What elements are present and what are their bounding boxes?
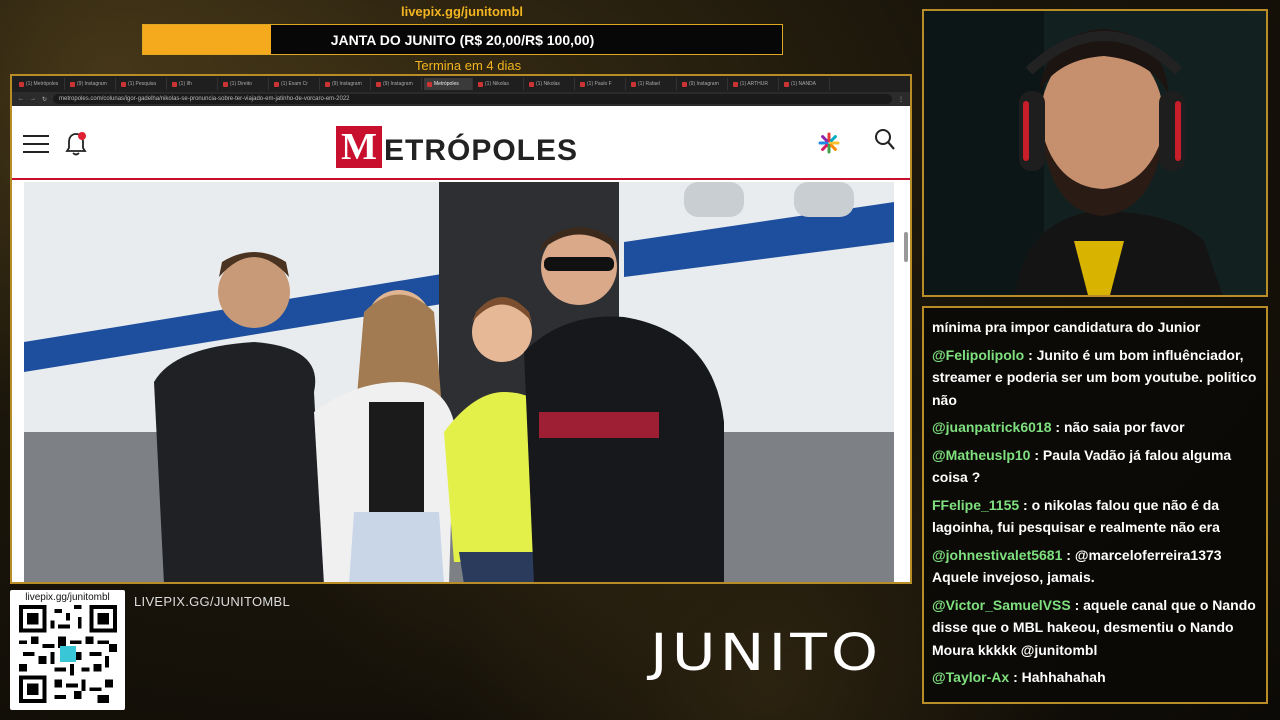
search-icon[interactable] bbox=[874, 128, 896, 152]
chat-message: @juanpatrick6018 : não saia por favor bbox=[932, 416, 1260, 439]
back-icon[interactable]: ← bbox=[18, 96, 24, 102]
browser-tab[interactable]: (9) Instagram bbox=[67, 78, 116, 90]
tab-favicon-icon bbox=[784, 81, 789, 87]
tab-favicon-icon bbox=[274, 81, 279, 87]
chat-username[interactable]: @Felipolipolo bbox=[932, 347, 1024, 363]
qr-code-card: livepix.gg/junitombl bbox=[10, 590, 125, 710]
browser-tab[interactable]: (1) Exam Cr bbox=[271, 78, 320, 90]
chat-message: mínima pra impor candidatura do Junior bbox=[932, 316, 1260, 339]
chat-username[interactable]: @Taylor-Ax bbox=[932, 669, 1009, 685]
livepix-link: LIVEPIX.GG/JUNITOMBL bbox=[134, 594, 291, 609]
chat-message: @johnestivalet5681 : @marceloferreira137… bbox=[932, 544, 1260, 589]
browser-tab[interactable]: (1) Nikolas bbox=[475, 78, 524, 90]
chat-username[interactable]: @Matheuslp10 bbox=[932, 447, 1030, 463]
browser-tab[interactable]: (9) Instagram bbox=[322, 78, 371, 90]
browser-tab[interactable]: (1) Metrópoles bbox=[16, 78, 65, 90]
goal-url: livepix.gg/junitombl bbox=[400, 4, 524, 19]
tab-favicon-icon bbox=[325, 81, 330, 87]
browser-tab-label: (9) Instagram bbox=[332, 81, 362, 87]
chat-message: @Taylor-Ax : Hahhahahah bbox=[932, 666, 1260, 689]
tab-favicon-icon bbox=[19, 81, 24, 87]
browser-tab-label: (1) Paulo F bbox=[587, 81, 612, 87]
browser-tab[interactable]: (1) NANDA bbox=[781, 78, 830, 90]
forward-icon[interactable]: → bbox=[30, 96, 36, 102]
tab-favicon-icon bbox=[172, 81, 177, 87]
browser-tab[interactable]: (1) Ilh bbox=[169, 78, 218, 90]
chat-panel: mínima pra impor candidatura do Junior @F… bbox=[922, 306, 1268, 704]
browser-tab[interactable]: (1) Rafael bbox=[628, 78, 677, 90]
page-scrollbar[interactable] bbox=[904, 232, 908, 262]
chat-message: @Victor_SamuelVSS : aquele canal que o N… bbox=[932, 594, 1260, 662]
browser-tab-label: (1) Exam Cr bbox=[281, 81, 308, 87]
chat-username[interactable]: @juanpatrick6018 bbox=[932, 419, 1052, 435]
webcam-feed bbox=[922, 9, 1268, 297]
tab-favicon-icon bbox=[70, 81, 75, 87]
browser-tab[interactable]: (1) Direito bbox=[220, 78, 269, 90]
browser-tab[interactable]: Metrópoles bbox=[424, 78, 473, 90]
browser-tab[interactable]: (9) Instagram bbox=[679, 78, 728, 90]
browser-tab-label: (9) Instagram bbox=[689, 81, 719, 87]
tab-favicon-icon bbox=[631, 81, 636, 87]
browser-tab[interactable]: (9) Instagram bbox=[373, 78, 422, 90]
channel-brand: JUNITO bbox=[650, 623, 883, 683]
tab-favicon-icon bbox=[121, 81, 126, 87]
goal-progress-bar: JANTA DO JUNITO (R$ 20,00/R$ 100,00) bbox=[142, 24, 783, 55]
goal-title: JANTA DO JUNITO (R$ 20,00/R$ 100,00) bbox=[330, 31, 595, 48]
site-logo[interactable]: M ETRÓPOLES bbox=[336, 126, 578, 168]
qr-code-image bbox=[18, 605, 117, 703]
browser-tab-label: (1) Rafael bbox=[638, 81, 660, 87]
address-bar: ← → ↻ metropoles.com/colunas/igor-gadelh… bbox=[12, 92, 910, 106]
browser-menu-icon[interactable]: ⋮ bbox=[898, 96, 904, 103]
url-input[interactable]: metropoles.com/colunas/igor-gadelha/niko… bbox=[53, 94, 892, 104]
browser-tab-label: (1) Metrópoles bbox=[26, 81, 59, 87]
tab-favicon-icon bbox=[376, 81, 381, 87]
logo-wordmark: ETRÓPOLES bbox=[384, 134, 579, 167]
site-header: M ETRÓPOLES bbox=[12, 106, 910, 180]
bell-icon[interactable] bbox=[64, 131, 88, 157]
chat-username[interactable]: @johnestivalet5681 bbox=[932, 547, 1062, 563]
asterisk-icon[interactable] bbox=[818, 130, 840, 161]
chat-username[interactable]: FFelipe_1155 bbox=[932, 497, 1019, 513]
browser-tab-label: (9) Instagram bbox=[383, 81, 413, 87]
browser-tab-label: (9) Instagram bbox=[77, 81, 107, 87]
chat-text: : Hahhahahah bbox=[1009, 669, 1106, 685]
browser-tab-label: (1) Direito bbox=[230, 81, 252, 87]
browser-tab-strip: (1) Metrópoles (9) Instagram (1) Pesquisa (… bbox=[12, 76, 910, 92]
browser-tab-label: (1) Ilh bbox=[179, 81, 192, 87]
browser-window: (1) Metrópoles (9) Instagram (1) Pesquisa (… bbox=[10, 74, 912, 584]
tab-favicon-icon bbox=[223, 81, 228, 87]
article-photo bbox=[24, 182, 894, 582]
goal-ends: Termina em 4 dias bbox=[414, 58, 522, 73]
logo-mark: M bbox=[336, 126, 382, 168]
browser-tab[interactable]: (1) Nikolas bbox=[526, 78, 575, 90]
browser-tab-label: (1) NANDA bbox=[791, 81, 817, 87]
tab-favicon-icon bbox=[580, 81, 585, 87]
chat-message: @Matheuslp10 : Paula Vadão já falou algu… bbox=[932, 444, 1260, 489]
browser-tab[interactable]: (1) ARTHUR bbox=[730, 78, 779, 90]
chat-text: mínima pra impor candidatura do Junior bbox=[932, 319, 1201, 335]
tab-favicon-icon bbox=[427, 81, 432, 87]
browser-tab[interactable]: (1) Paulo F bbox=[577, 78, 626, 90]
chat-text: : não saia por favor bbox=[1051, 419, 1185, 435]
chat-message: FFelipe_1155 : o nikolas falou que não é… bbox=[932, 494, 1260, 539]
tab-favicon-icon bbox=[478, 81, 483, 87]
tab-favicon-icon bbox=[682, 81, 687, 87]
browser-tab-label: (1) Nikolas bbox=[536, 81, 560, 87]
reload-icon[interactable]: ↻ bbox=[42, 96, 47, 103]
browser-tab-label: (1) Nikolas bbox=[485, 81, 509, 87]
menu-icon[interactable] bbox=[23, 135, 49, 153]
chat-message: @Felipolipolo : Junito é um bom influênc… bbox=[932, 344, 1260, 412]
chat-username[interactable]: @Victor_SamuelVSS bbox=[932, 597, 1071, 613]
browser-tab-label: (1) Pesquisa bbox=[128, 81, 157, 87]
browser-tab-label: (1) ARTHUR bbox=[740, 81, 768, 87]
browser-tab[interactable]: (1) Pesquisa bbox=[118, 78, 167, 90]
qr-label: livepix.gg/junitombl bbox=[25, 592, 110, 603]
browser-tab-label: Metrópoles bbox=[434, 81, 459, 87]
tab-favicon-icon bbox=[529, 81, 534, 87]
tab-favicon-icon bbox=[733, 81, 738, 87]
